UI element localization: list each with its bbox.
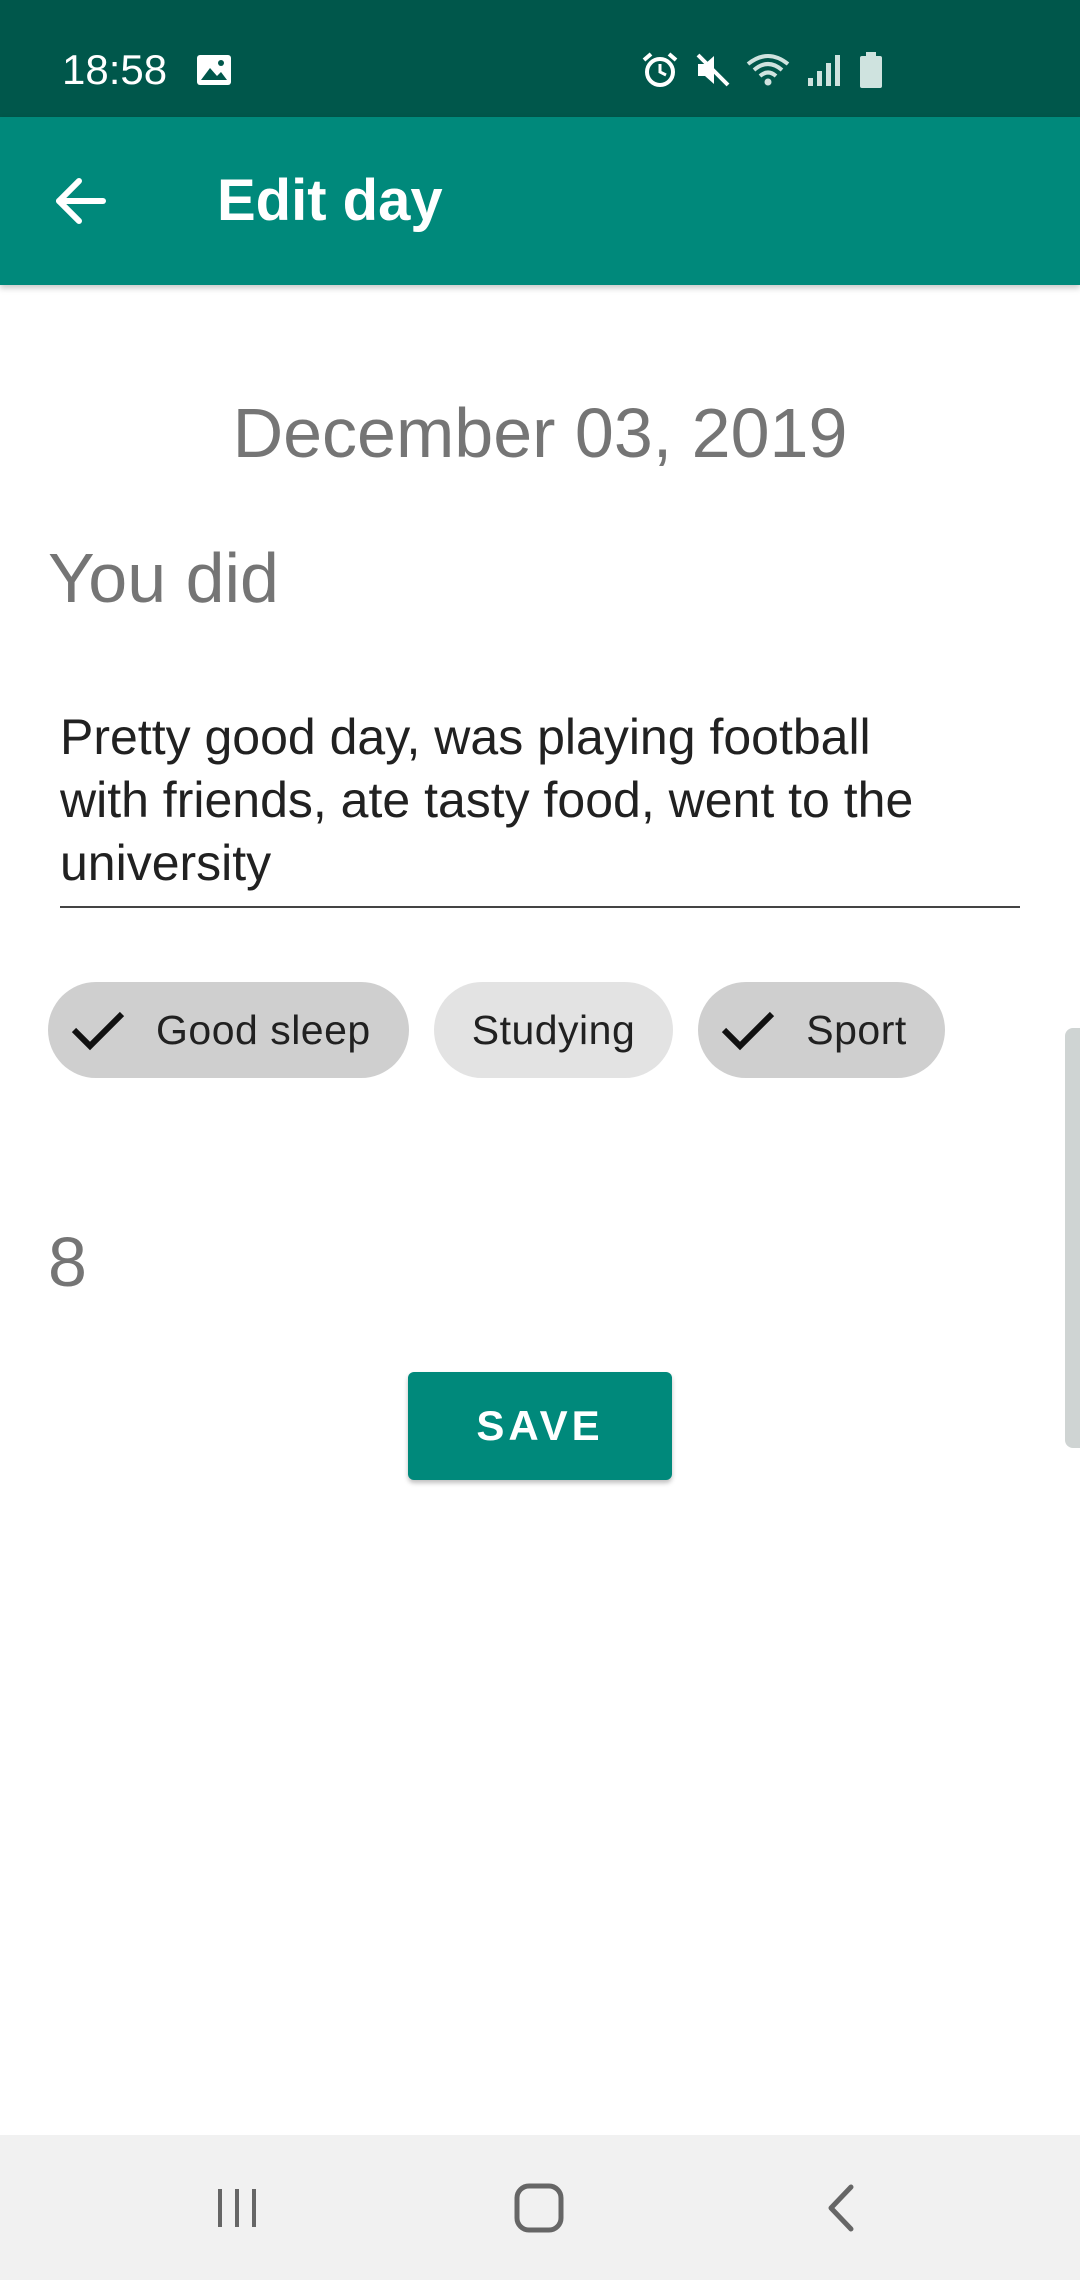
- chip-label: Studying: [471, 1006, 636, 1053]
- chip-label: Good sleep: [156, 1006, 371, 1053]
- arrow-back-icon: [56, 178, 106, 224]
- date-title: December 03, 2019: [232, 394, 848, 472]
- nav-back-button[interactable]: [786, 2163, 896, 2253]
- mute-icon: [694, 51, 732, 89]
- battery-icon: [858, 51, 884, 89]
- alarm-icon: [640, 50, 680, 90]
- home-icon: [514, 2183, 564, 2233]
- notes-field[interactable]: Pretty good day, was playing football wi…: [60, 706, 1020, 908]
- check-icon: [68, 1000, 128, 1060]
- status-bar: 18:58: [0, 0, 1080, 117]
- back-button[interactable]: [40, 161, 120, 241]
- rating-value: 8: [48, 1223, 87, 1301]
- recent-apps-icon: [218, 2189, 256, 2227]
- chip-studying[interactable]: Studying: [433, 982, 674, 1078]
- image-icon: [196, 54, 232, 86]
- back-icon: [828, 2184, 854, 2232]
- signal-icon: [804, 52, 844, 88]
- wifi-icon: [746, 52, 790, 88]
- status-icons: [640, 48, 884, 92]
- status-time: 18:58: [62, 46, 168, 93]
- save-button[interactable]: SAVE: [408, 1372, 672, 1480]
- home-button[interactable]: [484, 2163, 594, 2253]
- notes-text: Pretty good day, was playing football wi…: [60, 709, 914, 891]
- page-title: Edit day: [217, 168, 443, 233]
- system-nav-bar: [0, 2135, 1080, 2280]
- app-bar: Edit day: [0, 117, 1080, 285]
- check-icon: [718, 1000, 778, 1060]
- scrollbar[interactable]: [1065, 1028, 1080, 1448]
- chip-good-sleep[interactable]: Good sleep: [48, 982, 409, 1078]
- section-label: You did: [48, 539, 279, 617]
- activity-chips: Good sleep Studying Sport: [48, 982, 945, 1078]
- recent-apps-button[interactable]: [182, 2163, 292, 2253]
- chip-label: Sport: [806, 1006, 907, 1053]
- chip-sport[interactable]: Sport: [698, 982, 945, 1078]
